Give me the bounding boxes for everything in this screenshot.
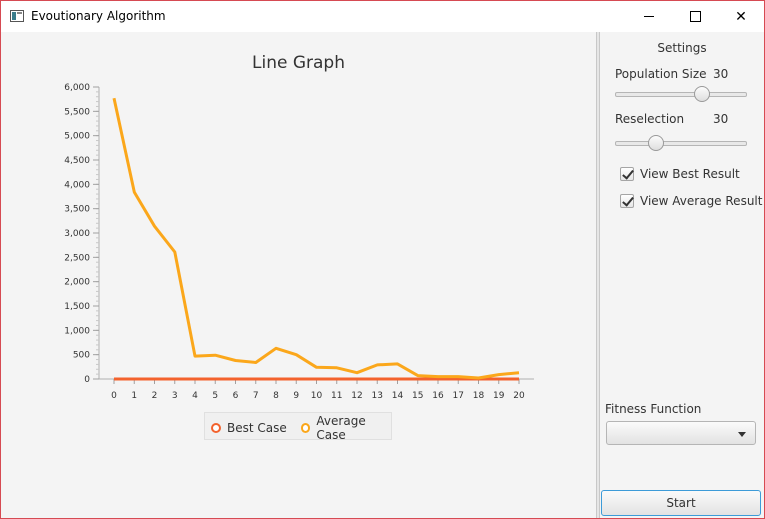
y-tick-label: 5,000 xyxy=(64,132,90,142)
settings-panel: Settings Population Size 30 Reselection … xyxy=(600,32,764,518)
y-tick-label: 5,500 xyxy=(64,107,90,117)
reselection-label: Reselection xyxy=(615,112,685,126)
legend-item-average: Average Case xyxy=(301,414,391,442)
legend-marker-best xyxy=(211,423,221,433)
series-line-average-case xyxy=(112,97,520,380)
slider-track xyxy=(615,141,747,146)
x-tick-label: 6 xyxy=(233,391,239,401)
x-tick-label: 18 xyxy=(473,391,485,401)
legend-marker-average xyxy=(301,423,311,433)
y-tick-label: 3,500 xyxy=(64,205,90,215)
y-tick-label: 3,000 xyxy=(64,229,90,239)
x-tick-label: 9 xyxy=(293,391,299,401)
title-bar: Evoutionary Algorithm ✕ xyxy=(1,1,764,32)
x-tick-label: 17 xyxy=(453,391,464,401)
fitness-function-dropdown[interactable] xyxy=(606,421,756,445)
x-tick-label: 0 xyxy=(111,391,117,401)
x-tick-label: 8 xyxy=(273,391,279,401)
app-window: Evoutionary Algorithm ✕ Line Graph 0 500 1… xyxy=(0,0,765,519)
legend-label-average: Average Case xyxy=(316,414,366,442)
slider-thumb[interactable] xyxy=(694,86,711,102)
close-icon: ✕ xyxy=(735,8,747,25)
y-tick-label: 2,000 xyxy=(64,278,90,288)
legend-item-best: Best Case xyxy=(211,420,287,436)
x-tick-label: 13 xyxy=(372,391,383,401)
minimize-icon xyxy=(644,16,654,17)
x-tick-label: 14 xyxy=(392,391,404,401)
x-tick-label: 16 xyxy=(432,391,444,401)
slider-track xyxy=(615,92,747,97)
app-icon xyxy=(10,10,24,22)
x-tick-label: 2 xyxy=(152,391,158,401)
x-tick-label: 5 xyxy=(212,391,218,401)
x-tick-label: 11 xyxy=(331,391,342,401)
x-tick-label: 19 xyxy=(493,391,505,401)
view-best-checkbox[interactable] xyxy=(620,167,634,181)
y-tick-label: 2,500 xyxy=(64,253,90,263)
view-average-checkbox[interactable] xyxy=(620,194,634,208)
population-size-slider[interactable] xyxy=(615,86,747,102)
x-tick-label: 7 xyxy=(253,391,259,401)
minimize-button[interactable] xyxy=(626,1,672,32)
chart-legend: Best Case Average Case xyxy=(204,412,392,442)
close-button[interactable]: ✕ xyxy=(718,1,764,32)
reselection-slider[interactable] xyxy=(615,135,747,151)
slider-thumb[interactable] xyxy=(647,135,664,151)
population-size-label: Population Size xyxy=(615,67,707,81)
legend-label-best: Best Case xyxy=(227,421,287,435)
x-tick-label: 10 xyxy=(311,391,323,401)
y-tick-label: 6,000 xyxy=(64,83,90,93)
view-best-checkbox-row[interactable]: View Best Result xyxy=(620,166,740,182)
y-tick-label: 4,000 xyxy=(64,180,90,190)
start-button[interactable]: Start xyxy=(601,490,761,516)
view-best-label: View Best Result xyxy=(640,167,740,181)
line-chart: 0 500 1,000 1,500 2,000 2,500 3,000 3,500 4,000 4… xyxy=(64,83,534,401)
x-tick-label: 12 xyxy=(351,391,362,401)
settings-title: Settings xyxy=(657,41,707,55)
window-title: Evoutionary Algorithm xyxy=(31,9,166,23)
x-tick-label: 3 xyxy=(172,391,178,401)
chart-panel: Line Graph 0 500 1,000 1,500 2,000 2,500 3,000… xyxy=(1,32,596,518)
y-tick-label: 0 xyxy=(84,375,90,385)
y-tick-label: 1,000 xyxy=(64,326,90,336)
chevron-down-icon xyxy=(738,432,746,437)
reselection-value: 30 xyxy=(713,112,729,126)
fitness-function-label: Fitness Function xyxy=(605,402,702,416)
x-tick-label: 4 xyxy=(192,391,198,401)
maximize-icon xyxy=(689,11,701,22)
y-tick-label: 500 xyxy=(73,351,90,361)
maximize-button[interactable] xyxy=(672,1,718,32)
y-tick-label: 4,500 xyxy=(64,156,90,166)
view-average-checkbox-row[interactable]: View Average Result xyxy=(620,193,762,209)
x-tick-label: 20 xyxy=(513,391,525,401)
view-average-label: View Average Result xyxy=(640,194,763,208)
population-size-value: 30 xyxy=(713,67,729,81)
x-tick-label: 1 xyxy=(131,391,137,401)
y-tick-label: 1,500 xyxy=(64,302,90,312)
x-tick-label: 15 xyxy=(412,391,423,401)
